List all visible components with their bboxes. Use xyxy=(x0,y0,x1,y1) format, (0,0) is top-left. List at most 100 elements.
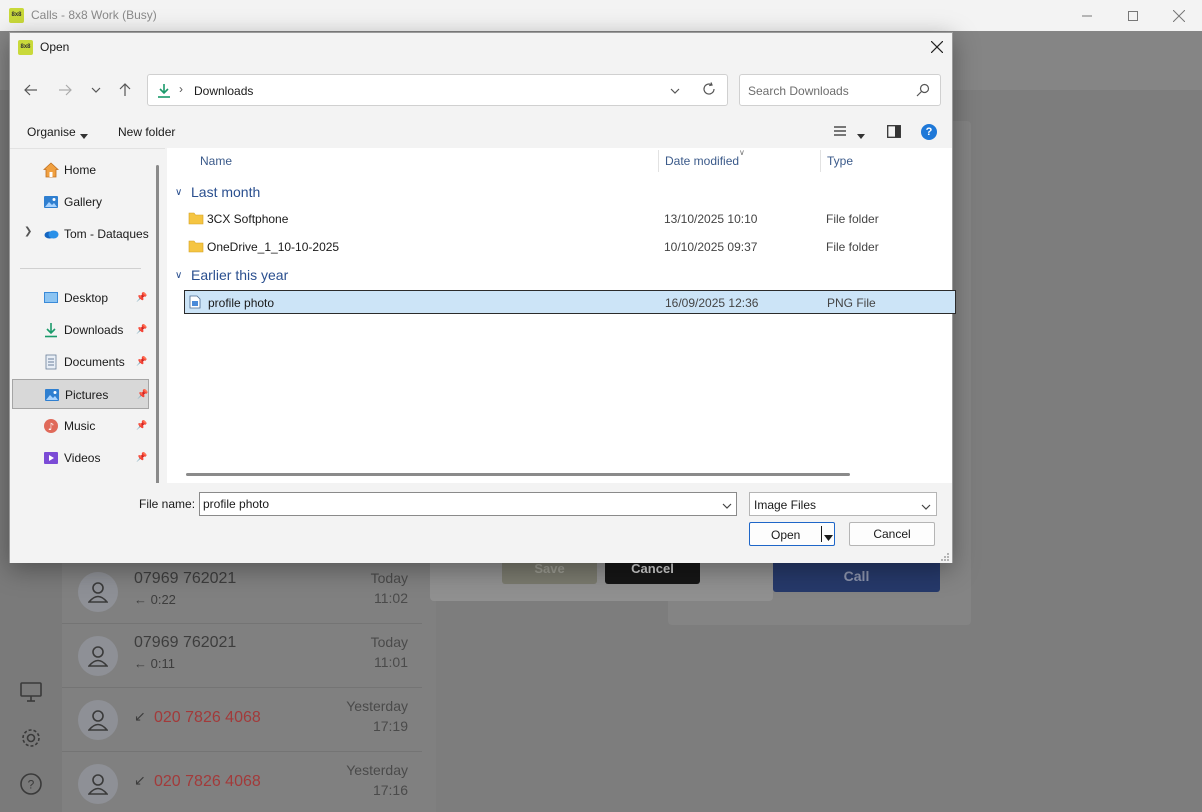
dialog-close-icon[interactable] xyxy=(922,33,952,61)
breadcrumb-separator-icon: › xyxy=(179,82,183,96)
call-time: 11:01 xyxy=(374,654,408,670)
file-list: Name ∨ Date modified Type ∨ Last month 3… xyxy=(167,148,956,483)
nav-item-label: Pictures xyxy=(65,388,109,402)
pin-icon[interactable]: 📌 xyxy=(136,356,147,367)
nav-item-music[interactable]: ♪ Music 📌 xyxy=(12,411,149,441)
file-type: File folder xyxy=(826,240,879,254)
file-row[interactable]: 3CX Softphone 13/10/2025 10:10 File fold… xyxy=(184,207,956,231)
call-number: 020 7826 4068 xyxy=(154,773,261,790)
avatar xyxy=(78,700,118,740)
dialog-titlebar: 8x8 Open xyxy=(10,33,952,61)
call-day: Today xyxy=(370,634,408,650)
file-type-chevron-down-icon[interactable] xyxy=(921,499,931,513)
file-name-combobox[interactable] xyxy=(199,492,737,516)
group-collapse-chevron-icon[interactable]: ∨ xyxy=(175,270,182,281)
search-box[interactable] xyxy=(739,74,941,106)
desktop-icon xyxy=(43,290,59,306)
nav-item-videos[interactable]: Videos 📌 xyxy=(12,443,149,473)
resize-grip-icon[interactable] xyxy=(940,551,950,561)
view-caret-down-icon[interactable] xyxy=(857,128,865,142)
back-icon[interactable] xyxy=(20,79,42,101)
missed-call-icon: ↙ xyxy=(134,772,146,788)
search-input[interactable] xyxy=(748,83,908,99)
dialog-footer: File name: Image Files Open Cancel xyxy=(10,483,952,563)
nav-item-gallery[interactable]: Gallery xyxy=(12,187,149,217)
pin-icon[interactable]: 📌 xyxy=(137,389,148,400)
file-name-input[interactable] xyxy=(203,496,703,512)
nav-item-documents[interactable]: Documents 📌 xyxy=(12,347,149,377)
file-name-label: File name: xyxy=(139,497,196,511)
call-day: Today xyxy=(370,570,408,586)
nav-item-downloads[interactable]: Downloads 📌 xyxy=(12,315,149,345)
file-type-select[interactable]: Image Files xyxy=(749,492,937,516)
group-header-last-month[interactable]: Last month xyxy=(191,184,260,200)
organise-button[interactable]: Organise xyxy=(27,125,76,139)
column-header-type[interactable]: Type xyxy=(827,154,853,168)
gallery-icon xyxy=(43,194,59,210)
call-number: 07969 762021 xyxy=(134,570,237,587)
nav-scrollbar[interactable] xyxy=(156,165,159,485)
address-bar[interactable]: › Downloads xyxy=(147,74,728,106)
call-row[interactable]: 07969 762021 ← 0:22 Today 11:02 xyxy=(62,560,422,624)
nav-item-home[interactable]: Home xyxy=(12,155,149,185)
new-folder-button[interactable]: New folder xyxy=(118,125,175,139)
nav-item-pictures[interactable]: Pictures 📌 xyxy=(12,379,149,409)
folder-icon xyxy=(188,239,204,256)
column-divider[interactable] xyxy=(820,150,821,172)
sort-chevron-icon: ∨ xyxy=(739,148,745,157)
file-date: 10/10/2025 09:37 xyxy=(664,240,758,254)
file-type-value: Image Files xyxy=(754,498,817,512)
nav-item-label: Desktop xyxy=(64,291,109,305)
group-collapse-chevron-icon[interactable]: ∨ xyxy=(175,187,182,198)
pin-icon[interactable]: 📌 xyxy=(136,292,147,303)
close-icon[interactable] xyxy=(1156,0,1202,31)
open-button[interactable]: Open xyxy=(749,522,835,546)
nav-item-onedrive[interactable]: ❯ Tom - Dataques xyxy=(12,219,149,249)
preview-pane-icon[interactable] xyxy=(887,125,901,141)
pin-icon[interactable]: 📌 xyxy=(136,420,147,431)
documents-icon xyxy=(43,354,59,370)
file-row[interactable]: OneDrive_1_10-10-2025 10/10/2025 09:37 F… xyxy=(184,235,956,259)
home-icon xyxy=(42,162,60,178)
file-name-chevron-down-icon[interactable] xyxy=(722,498,732,512)
gear-icon[interactable] xyxy=(19,726,43,750)
dialog-cancel-button[interactable]: Cancel xyxy=(849,522,935,546)
nav-item-desktop[interactable]: Desktop 📌 xyxy=(12,283,149,313)
breadcrumb[interactable]: Downloads xyxy=(194,84,253,98)
dialog-logo-icon: 8x8 xyxy=(18,40,33,55)
file-row[interactable]: profile photo 16/09/2025 12:36 PNG File xyxy=(184,290,956,314)
address-chevron-down-icon[interactable] xyxy=(670,83,680,97)
forward-icon[interactable] xyxy=(54,79,76,101)
column-header-date-modified[interactable]: Date modified xyxy=(665,154,739,168)
expand-chevron-icon[interactable]: ❯ xyxy=(24,226,32,237)
help-icon[interactable]: ? xyxy=(19,772,43,796)
minimize-icon[interactable] xyxy=(1064,0,1110,31)
app-logo-icon: 8x8 xyxy=(9,8,24,23)
call-button[interactable]: Call xyxy=(773,559,940,592)
call-time: 17:19 xyxy=(372,718,408,734)
pin-icon[interactable]: 📌 xyxy=(136,452,147,463)
organise-caret-down-icon[interactable] xyxy=(80,128,88,142)
app-title: Calls - 8x8 Work (Busy) xyxy=(31,8,157,22)
search-icon[interactable] xyxy=(916,83,930,100)
refresh-icon[interactable] xyxy=(702,82,716,99)
file-date: 16/09/2025 12:36 xyxy=(665,296,759,310)
view-list-icon[interactable] xyxy=(833,124,847,141)
monitor-icon[interactable] xyxy=(19,680,43,704)
up-icon[interactable] xyxy=(114,79,136,101)
call-row[interactable]: ↙ 020 7826 4068 Yesterday 17:19 xyxy=(62,688,422,752)
call-row[interactable]: ↙ 020 7826 4068 Yesterday 17:16 xyxy=(62,752,422,812)
nav-item-label: Documents xyxy=(64,355,125,369)
pin-icon[interactable]: 📌 xyxy=(136,324,147,335)
column-header-name[interactable]: Name xyxy=(200,154,232,168)
recent-locations-chevron-icon[interactable] xyxy=(85,79,107,101)
call-row[interactable]: 07969 762021 ← 0:11 Today 11:01 xyxy=(62,624,422,688)
horizontal-scrollbar[interactable] xyxy=(186,473,850,476)
file-type: File folder xyxy=(826,212,879,226)
help-icon[interactable]: ? xyxy=(921,124,937,140)
open-caret-down-icon[interactable] xyxy=(824,530,833,544)
column-divider[interactable] xyxy=(658,150,659,172)
nav-item-label: Gallery xyxy=(64,195,103,209)
maximize-icon[interactable] xyxy=(1110,0,1156,31)
group-header-earlier-this-year[interactable]: Earlier this year xyxy=(191,267,288,283)
